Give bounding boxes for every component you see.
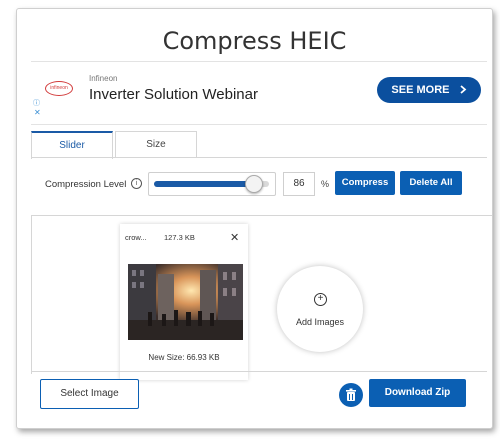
file-name: crow... xyxy=(125,233,147,242)
ad-close-icon[interactable]: ✕ xyxy=(34,108,41,117)
image-drop-area[interactable] xyxy=(31,215,492,374)
ad-headline[interactable]: Inverter Solution Webinar xyxy=(89,86,258,103)
add-images-label: Add Images xyxy=(295,317,345,327)
close-icon[interactable]: ✕ xyxy=(230,231,239,244)
ad-brand: Infineon xyxy=(89,74,118,83)
ad-banner[interactable]: infineon Infineon Inverter Solution Webi… xyxy=(31,61,487,125)
ad-cta-label: SEE MORE xyxy=(391,84,450,96)
delete-all-button[interactable]: Delete All xyxy=(400,171,462,195)
file-size: 127.3 KB xyxy=(164,233,195,242)
tab-slider[interactable]: Slider xyxy=(31,131,113,159)
new-size-label: New Size: 66.93 KB xyxy=(148,353,220,362)
select-image-button[interactable]: Select Image xyxy=(40,379,139,409)
tab-size[interactable]: Size xyxy=(115,131,197,158)
page-title: Compress HEIC xyxy=(162,27,347,55)
trash-icon xyxy=(346,388,356,401)
infineon-logo: infineon xyxy=(45,81,73,96)
download-zip-button[interactable]: Download Zip xyxy=(369,379,466,407)
tab-divider xyxy=(31,157,487,158)
compression-level-label: Compression Level xyxy=(45,179,127,190)
ad-info-icon[interactable]: ⓘ xyxy=(33,98,40,108)
compression-slider[interactable] xyxy=(148,172,276,196)
compression-value-input[interactable]: 86 xyxy=(283,172,315,196)
percent-unit: % xyxy=(321,179,330,189)
slider-fill xyxy=(154,181,253,187)
ad-see-more-button[interactable]: SEE MORE xyxy=(377,77,481,103)
city-street-photo xyxy=(128,264,243,340)
add-images-button[interactable]: + Add Images xyxy=(277,266,363,352)
image-thumbnail xyxy=(128,264,243,340)
footer-divider xyxy=(31,371,487,372)
slider-thumb[interactable] xyxy=(244,175,263,193)
slider-track[interactable] xyxy=(154,175,269,193)
chevron-right-icon xyxy=(459,85,466,94)
compressor-card: Compress HEIC infineon Infineon Inverter… xyxy=(16,8,493,429)
compress-button[interactable]: Compress xyxy=(335,171,395,195)
plus-circle-icon: + xyxy=(314,293,327,306)
delete-button[interactable] xyxy=(339,383,363,407)
info-icon[interactable]: i xyxy=(131,178,142,189)
file-card: crow... 127.3 KB ✕ New Size: 66.93 KB xyxy=(120,224,248,380)
